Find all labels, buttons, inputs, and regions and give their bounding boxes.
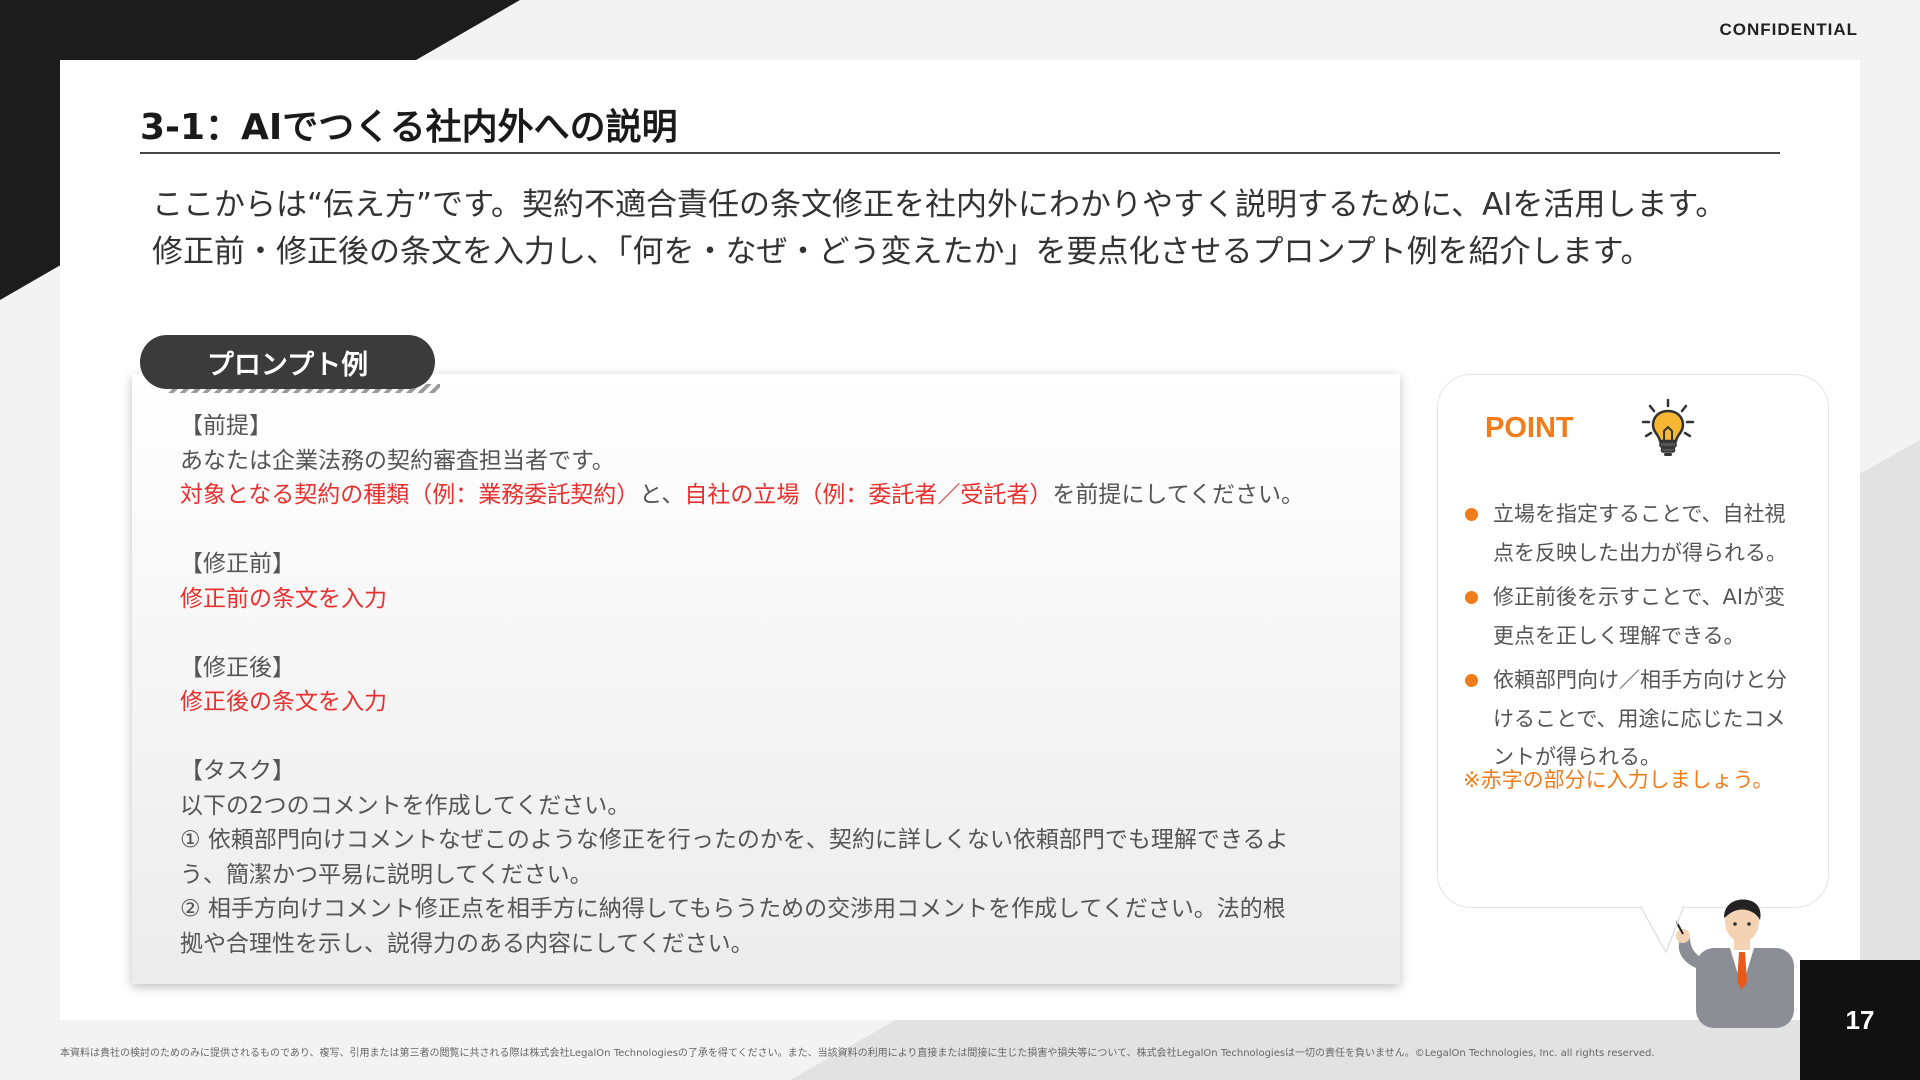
- point-item: 依頼部門向け／相手方向けと分 けることで、用途に応じたコメ ントが得られる。: [1463, 661, 1823, 777]
- intro-text: ここからは“伝え方”です。契約不適合責任の条文修正を社内外にわかりやすく説明する…: [152, 182, 1832, 276]
- point-item-line: けることで、用途に応じたコメ: [1493, 706, 1786, 731]
- point-item: 立場を指定することで、自社視 点を反映した出力が得られる。: [1463, 495, 1823, 572]
- title-divider: [140, 152, 1780, 154]
- task-heading: 【タスク】: [180, 758, 295, 784]
- after-heading: 【修正後】: [180, 654, 295, 681]
- premise-connector: と、: [639, 482, 685, 508]
- bullet-dot-icon: [1465, 508, 1478, 521]
- premise-heading: 【前提】: [180, 413, 272, 439]
- prompt-example-tab: プロンプト例: [140, 335, 435, 389]
- point-item-line: 更点を正しく理解できる。: [1493, 623, 1745, 648]
- point-list: 立場を指定することで、自社視 点を反映した出力が得られる。 修正前後を示すことで…: [1463, 495, 1823, 777]
- before-clause-placeholder: 修正前の条文を入力: [180, 585, 387, 612]
- premise-end: を前提にしてください。: [1052, 482, 1305, 508]
- task-item-1: ① 依頼部門向けコメントなぜこのような修正を行ったのかを、契約に詳しくない依頼部…: [180, 827, 1289, 853]
- point-item: 修正前後を示すことで、AIが変 更点を正しく理解できる。: [1463, 578, 1823, 655]
- prompt-text: 【前提】 あなたは企業法務の契約審査担当者です。 対象となる契約の種類（例：業務…: [180, 409, 1390, 961]
- slide-card: 3-1：AIでつくる社内外への説明 ここからは“伝え方”です。契約不適合責任の条…: [60, 60, 1860, 1020]
- position-placeholder: 自社の立場（例：委託者／受託者）: [684, 482, 1053, 508]
- before-heading: 【修正前】: [180, 551, 295, 577]
- lightbulb-icon: [1641, 398, 1695, 456]
- point-note: ※赤字の部分に入力しましょう。: [1463, 768, 1774, 792]
- contract-type-placeholder: 対象となる契約の種類（例：業務委託契約）: [180, 482, 640, 508]
- footer-disclaimer: 本資料は貴社の検討のためのみに提供されるものであり、複写、引用または第三者の閲覧…: [60, 1048, 1655, 1059]
- task-item-2: ② 相手方向けコメント修正点を相手方に納得してもらうための交渉用コメントを作成し…: [180, 896, 1286, 922]
- slide-title: 3-1：AIでつくる社内外への説明: [140, 107, 678, 148]
- after-clause-placeholder: 修正後の条文を入力: [180, 689, 387, 715]
- point-item-line: 立場を指定することで、自社視: [1493, 502, 1786, 526]
- point-item-line: 点を反映した出力が得られる。: [1493, 540, 1787, 565]
- point-item-line: 修正前後を示すことで、AIが変: [1493, 585, 1786, 609]
- task-item-2-cont: 拠や合理性を示し、説得力のある内容にしてください。: [180, 930, 754, 957]
- premise-line: あなたは企業法務の契約審査担当者です。: [180, 447, 615, 474]
- bullet-dot-icon: [1465, 674, 1478, 687]
- point-item-line: 依頼部門向け／相手方向けと分: [1493, 668, 1787, 692]
- bullet-dot-icon: [1465, 591, 1478, 604]
- page-number: 17: [1800, 960, 1920, 1080]
- intro-line: ここからは“伝え方”です。契約不適合責任の条文修正を社内外にわかりやすく説明する…: [152, 187, 1727, 223]
- premise-line-2: 対象となる契約の種類（例：業務委託契約）と、自社の立場（例：委託者／受託者）を前…: [180, 478, 1390, 513]
- task-item-1-cont: う、簡潔かつ平易に説明してください。: [180, 861, 593, 888]
- task-line: 以下の2つのコメントを作成してください。: [180, 792, 631, 819]
- intro-line: 修正前・修正後の条文を入力し、「何を・なぜ・どう変えたか」を要点化させるプロンプ…: [152, 234, 1652, 270]
- speech-bubble-tail: [1640, 900, 1685, 954]
- point-heading: POINT: [1485, 412, 1574, 444]
- confidential-label: CONFIDENTIAL: [1719, 20, 1858, 39]
